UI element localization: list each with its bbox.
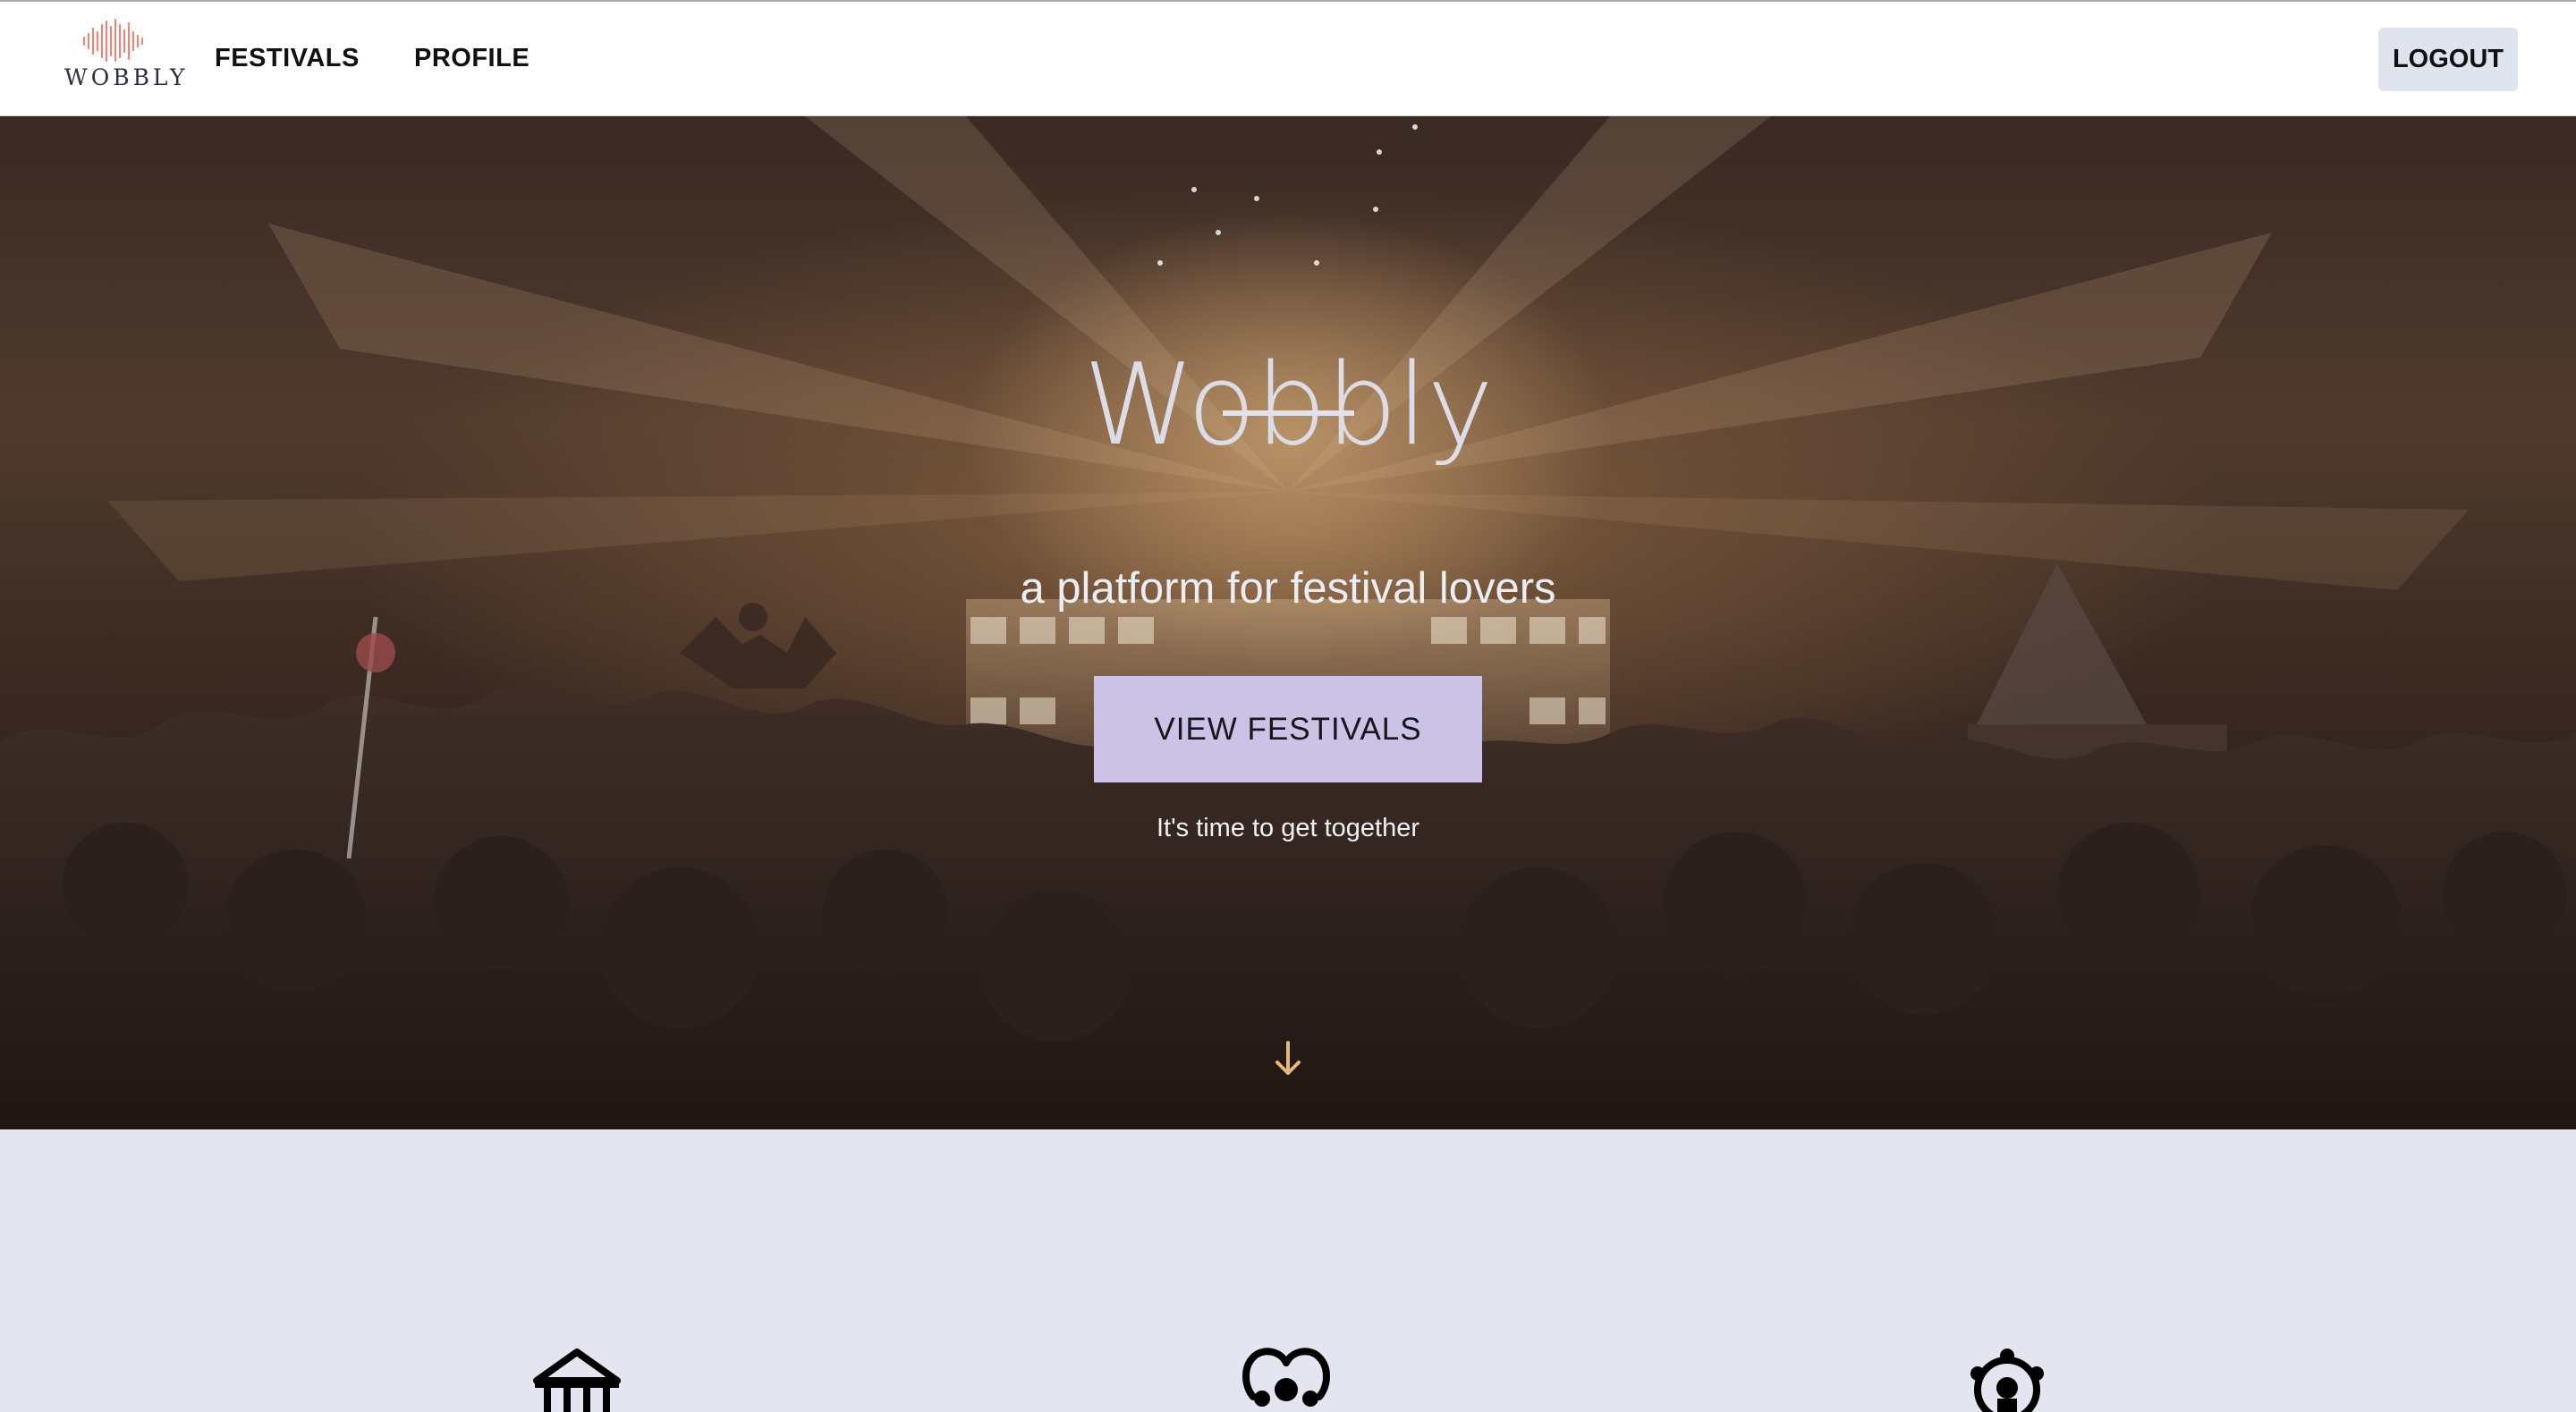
hero-title: Wobbly — [1083, 339, 1494, 471]
hero-section: Wobbly a platform for festival lovers VI… — [0, 116, 2576, 1129]
hero-subtext: It's time to get together — [1156, 814, 1420, 842]
title-underline — [1223, 410, 1354, 416]
carousel-icon — [533, 1349, 621, 1412]
navbar: WOBBLY FESTIVALS PROFILE LOGOUT — [0, 2, 2576, 116]
wobbly-logo[interactable]: WOBBLY — [64, 18, 189, 93]
logout-button[interactable]: LOGOUT — [2378, 28, 2518, 91]
logo-wordmark: WOBBLY — [64, 64, 189, 90]
view-festivals-button[interactable]: VIEW FESTIVALS — [1094, 676, 1482, 782]
hero-tagline: a platform for festival lovers — [1020, 564, 1556, 613]
nav-link-festivals[interactable]: FESTIVALS — [215, 44, 360, 73]
features-section — [0, 1129, 2576, 1412]
crowd-silhouette — [0, 603, 2576, 1129]
arrow-down-icon[interactable] — [1272, 1039, 1304, 1078]
sound-wave-icon — [82, 18, 144, 63]
ferris-wheel-icon — [1970, 1349, 2044, 1412]
nav-link-profile[interactable]: PROFILE — [414, 44, 530, 73]
group-heart-icon — [1242, 1348, 1330, 1407]
